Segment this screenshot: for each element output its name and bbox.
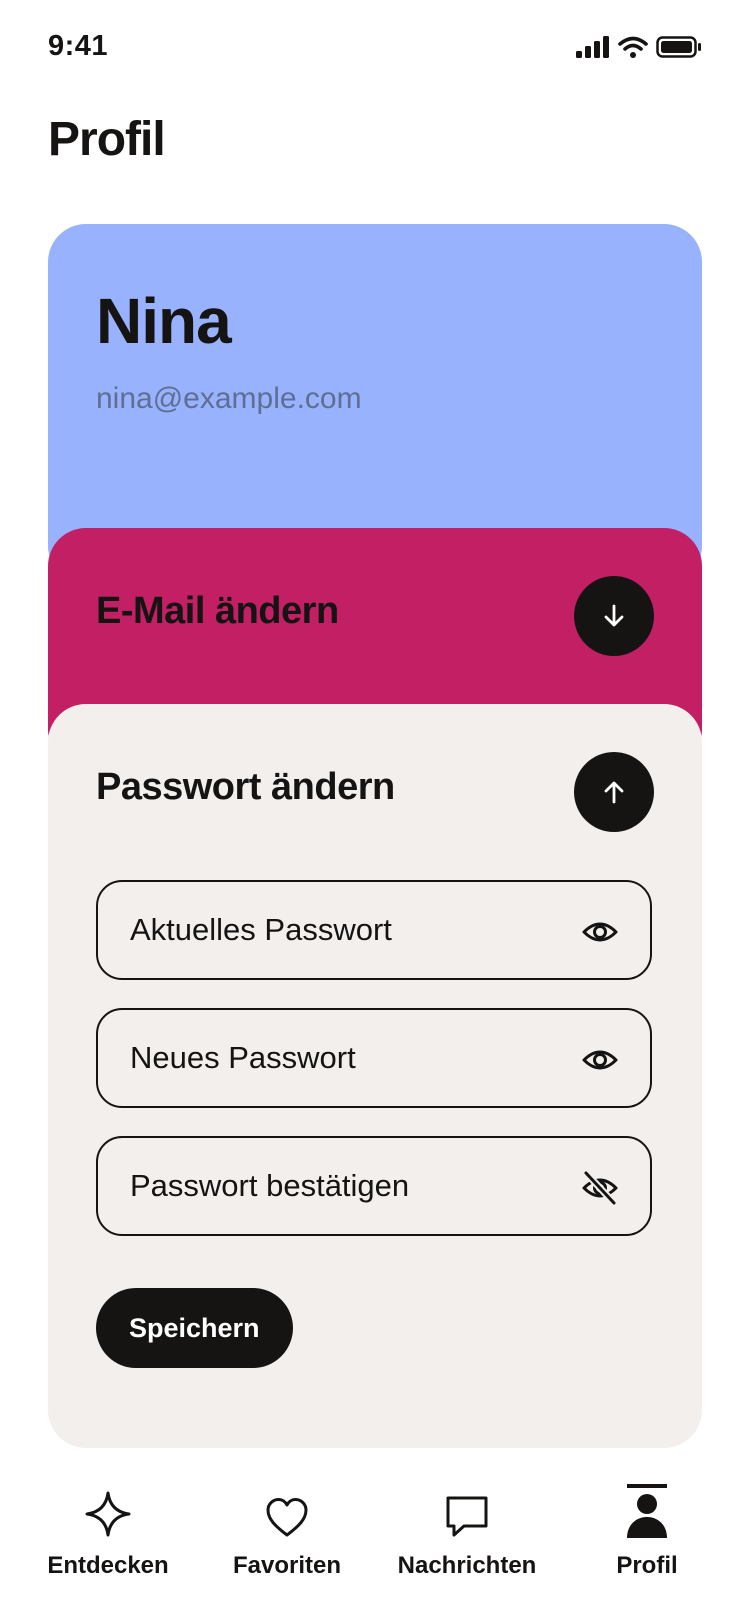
wifi-icon bbox=[618, 36, 648, 58]
email-expand-button[interactable] bbox=[574, 576, 654, 656]
cellular-signal-icon bbox=[576, 36, 609, 58]
confirm-password-input[interactable] bbox=[130, 1138, 550, 1234]
toggle-confirm-password-visibility[interactable] bbox=[580, 1168, 620, 1208]
confirm-password-field[interactable] bbox=[96, 1136, 652, 1236]
toggle-current-password-visibility[interactable] bbox=[580, 912, 620, 952]
profile-email: nina@example.com bbox=[96, 382, 362, 415]
person-icon bbox=[627, 1494, 667, 1538]
battery-icon bbox=[656, 36, 701, 58]
tab-profil[interactable]: Profil bbox=[557, 1470, 737, 1580]
chat-bubble-icon bbox=[446, 1496, 488, 1537]
status-time: 9:41 bbox=[48, 30, 109, 62]
tab-entdecken[interactable]: Entdecken bbox=[18, 1470, 198, 1580]
password-change-title: Passwort ändern bbox=[96, 766, 395, 808]
toggle-new-password-visibility[interactable] bbox=[580, 1040, 620, 1080]
eye-icon bbox=[582, 1050, 618, 1070]
tab-label-nachrichten: Nachrichten bbox=[397, 1552, 537, 1579]
tab-bar: Entdecken Favoriten Nachrichten Profil bbox=[0, 1470, 750, 1624]
new-password-field[interactable] bbox=[96, 1008, 652, 1108]
eye-icon bbox=[582, 922, 618, 942]
current-password-input[interactable] bbox=[130, 882, 550, 978]
heart-icon bbox=[266, 1498, 308, 1537]
arrow-down-icon bbox=[604, 604, 624, 627]
page-title: Profil bbox=[48, 113, 166, 166]
tab-label-profil: Profil bbox=[616, 1552, 678, 1579]
tab-favoriten[interactable]: Favoriten bbox=[197, 1470, 377, 1580]
password-change-card: Passwort ändern Speichern bbox=[48, 704, 702, 1448]
profile-name: Nina bbox=[96, 285, 232, 357]
tab-label-entdecken: Entdecken bbox=[47, 1552, 169, 1579]
new-password-input[interactable] bbox=[130, 1010, 550, 1106]
status-icons bbox=[576, 36, 702, 58]
tab-label-favoriten: Favoriten bbox=[232, 1552, 342, 1579]
arrow-up-icon bbox=[604, 781, 624, 804]
save-button[interactable]: Speichern bbox=[96, 1288, 293, 1368]
tab-nachrichten[interactable]: Nachrichten bbox=[377, 1470, 557, 1580]
eye-off-icon bbox=[582, 1169, 618, 1207]
active-tab-indicator bbox=[627, 1484, 667, 1488]
current-password-field[interactable] bbox=[96, 880, 652, 980]
sparkle-icon bbox=[85, 1491, 131, 1537]
email-change-title: E-Mail ändern bbox=[96, 590, 339, 632]
password-collapse-button[interactable] bbox=[574, 752, 654, 832]
